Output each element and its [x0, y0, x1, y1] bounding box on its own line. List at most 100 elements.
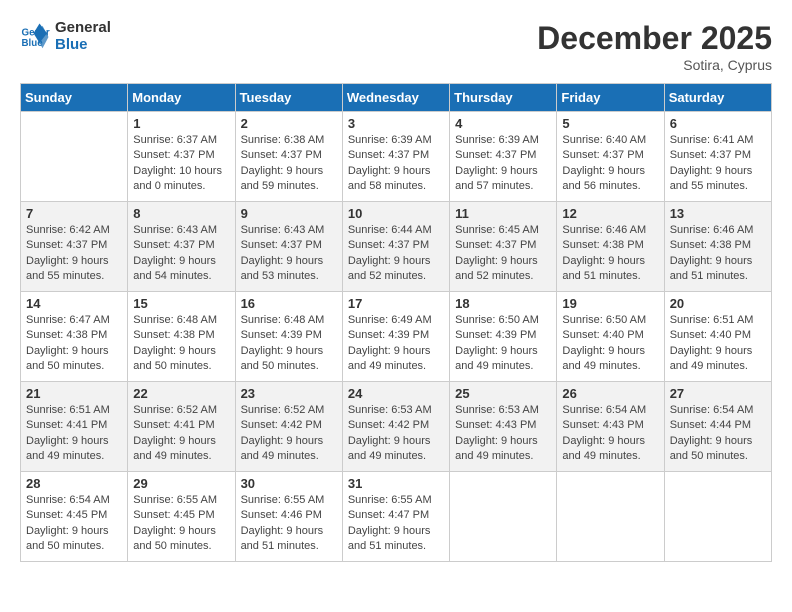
calendar-cell: 2 Sunrise: 6:38 AMSunset: 4:37 PMDaylight… — [235, 112, 342, 202]
day-number: 1 — [133, 116, 229, 131]
day-number: 8 — [133, 206, 229, 221]
calendar-header-row: SundayMondayTuesdayWednesdayThursdayFrid… — [21, 84, 772, 112]
day-number: 22 — [133, 386, 229, 401]
calendar-cell: 23 Sunrise: 6:52 AMSunset: 4:42 PMDayligh… — [235, 382, 342, 472]
day-info: Sunrise: 6:55 AMSunset: 4:45 PMDaylight:… — [133, 493, 229, 555]
day-number: 30 — [241, 476, 337, 491]
day-info: Sunrise: 6:54 AMSunset: 4:43 PMDaylight:… — [562, 403, 658, 465]
day-info: Sunrise: 6:45 AMSunset: 4:37 PMDaylight:… — [455, 223, 551, 285]
day-number: 2 — [241, 116, 337, 131]
day-number: 7 — [26, 206, 122, 221]
day-info: Sunrise: 6:50 AMSunset: 4:40 PMDaylight:… — [562, 313, 658, 375]
day-number: 15 — [133, 296, 229, 311]
weekday-header-friday: Friday — [557, 84, 664, 112]
calendar-cell: 6Sunrise: 6:41 AMSunset: 4:37 PMDaylight… — [664, 112, 771, 202]
title-block: December 2025 Sotira, Cyprus — [537, 20, 772, 73]
calendar-cell: 1Sunrise: 6:37 AMSunset: 4:37 PMDaylight… — [128, 112, 235, 202]
calendar-cell: 24 Sunrise: 6:53 AMSunset: 4:42 PMDayligh… — [342, 382, 449, 472]
calendar-cell: 21 Sunrise: 6:51 AMSunset: 4:41 PMDayligh… — [21, 382, 128, 472]
day-info: Sunrise: 6:53 AMSunset: 4:43 PMDaylight:… — [455, 403, 551, 465]
calendar-cell: 18Sunrise: 6:50 AMSunset: 4:39 PMDayligh… — [450, 292, 557, 382]
day-number: 26 — [562, 386, 658, 401]
calendar-cell: 12Sunrise: 6:46 AMSunset: 4:38 PMDayligh… — [557, 202, 664, 292]
day-info: Sunrise: 6:52 AMSunset: 4:42 PMDaylight:… — [241, 403, 337, 465]
day-info: Sunrise: 6:42 AMSunset: 4:37 PMDaylight:… — [26, 223, 122, 285]
day-number: 21 — [26, 386, 122, 401]
location: Sotira, Cyprus — [537, 57, 772, 73]
logo-line1: General — [55, 20, 111, 37]
calendar-cell: 29Sunrise: 6:55 AMSunset: 4:45 PMDayligh… — [128, 472, 235, 562]
weekday-header-tuesday: Tuesday — [235, 84, 342, 112]
weekday-header-saturday: Saturday — [664, 84, 771, 112]
day-number: 16 — [241, 296, 337, 311]
day-number: 18 — [455, 296, 551, 311]
day-number: 31 — [348, 476, 444, 491]
calendar-cell: 31 Sunrise: 6:55 AMSunset: 4:47 PMDayligh… — [342, 472, 449, 562]
calendar-cell: 16 Sunrise: 6:48 AMSunset: 4:39 PMDayligh… — [235, 292, 342, 382]
calendar-cell: 25 Sunrise: 6:53 AMSunset: 4:43 PMDayligh… — [450, 382, 557, 472]
calendar-cell — [21, 112, 128, 202]
weekday-header-sunday: Sunday — [21, 84, 128, 112]
day-info: Sunrise: 6:53 AMSunset: 4:42 PMDaylight:… — [348, 403, 444, 465]
calendar-cell — [450, 472, 557, 562]
calendar-cell: 19 Sunrise: 6:50 AMSunset: 4:40 PMDayligh… — [557, 292, 664, 382]
day-number: 23 — [241, 386, 337, 401]
day-info: Sunrise: 6:51 AMSunset: 4:41 PMDaylight:… — [26, 403, 122, 465]
calendar-cell — [557, 472, 664, 562]
day-info: Sunrise: 6:48 AMSunset: 4:39 PMDaylight:… — [241, 313, 337, 375]
day-info: Sunrise: 6:38 AMSunset: 4:37 PMDaylight:… — [241, 133, 337, 195]
logo: General Blue General Blue — [20, 20, 111, 53]
day-number: 6 — [670, 116, 766, 131]
day-info: Sunrise: 6:40 AMSunset: 4:37 PMDaylight:… — [562, 133, 658, 195]
calendar-cell: 4Sunrise: 6:39 AMSunset: 4:37 PMDaylight… — [450, 112, 557, 202]
calendar-cell: 3Sunrise: 6:39 AMSunset: 4:37 PMDaylight… — [342, 112, 449, 202]
calendar-cell: 30 Sunrise: 6:55 AMSunset: 4:46 PMDayligh… — [235, 472, 342, 562]
calendar-cell — [664, 472, 771, 562]
day-info: Sunrise: 6:49 AMSunset: 4:39 PMDaylight:… — [348, 313, 444, 375]
day-number: 20 — [670, 296, 766, 311]
day-number: 19 — [562, 296, 658, 311]
day-info: Sunrise: 6:47 AMSunset: 4:38 PMDaylight:… — [26, 313, 122, 375]
day-info: Sunrise: 6:44 AMSunset: 4:37 PMDaylight:… — [348, 223, 444, 285]
calendar-week-5: 28 Sunrise: 6:54 AMSunset: 4:45 PMDayligh… — [21, 472, 772, 562]
calendar-cell: 10Sunrise: 6:44 AMSunset: 4:37 PMDayligh… — [342, 202, 449, 292]
calendar-cell: 14Sunrise: 6:47 AMSunset: 4:38 PMDayligh… — [21, 292, 128, 382]
day-number: 28 — [26, 476, 122, 491]
day-info: Sunrise: 6:55 AMSunset: 4:46 PMDaylight:… — [241, 493, 337, 555]
day-number: 9 — [241, 206, 337, 221]
day-number: 17 — [348, 296, 444, 311]
logo-icon: General Blue — [20, 22, 50, 52]
day-info: Sunrise: 6:43 AMSunset: 4:37 PMDaylight:… — [133, 223, 229, 285]
day-number: 25 — [455, 386, 551, 401]
calendar-cell: 28 Sunrise: 6:54 AMSunset: 4:45 PMDayligh… — [21, 472, 128, 562]
calendar-week-2: 7 Sunrise: 6:42 AMSunset: 4:37 PMDaylight… — [21, 202, 772, 292]
day-info: Sunrise: 6:55 AMSunset: 4:47 PMDaylight:… — [348, 493, 444, 555]
calendar-cell: 15 Sunrise: 6:48 AMSunset: 4:38 PMDayligh… — [128, 292, 235, 382]
calendar-table: SundayMondayTuesdayWednesdayThursdayFrid… — [20, 83, 772, 562]
calendar-cell: 8 Sunrise: 6:43 AMSunset: 4:37 PMDaylight… — [128, 202, 235, 292]
weekday-header-monday: Monday — [128, 84, 235, 112]
weekday-header-wednesday: Wednesday — [342, 84, 449, 112]
day-info: Sunrise: 6:52 AMSunset: 4:41 PMDaylight:… — [133, 403, 229, 465]
day-info: Sunrise: 6:54 AMSunset: 4:45 PMDaylight:… — [26, 493, 122, 555]
day-number: 5 — [562, 116, 658, 131]
calendar-cell: 20 Sunrise: 6:51 AMSunset: 4:40 PMDayligh… — [664, 292, 771, 382]
day-number: 3 — [348, 116, 444, 131]
logo-line2: Blue — [55, 37, 111, 54]
day-info: Sunrise: 6:51 AMSunset: 4:40 PMDaylight:… — [670, 313, 766, 375]
calendar-week-1: 1Sunrise: 6:37 AMSunset: 4:37 PMDaylight… — [21, 112, 772, 202]
calendar-week-3: 14Sunrise: 6:47 AMSunset: 4:38 PMDayligh… — [21, 292, 772, 382]
day-info: Sunrise: 6:43 AMSunset: 4:37 PMDaylight:… — [241, 223, 337, 285]
day-number: 4 — [455, 116, 551, 131]
day-info: Sunrise: 6:48 AMSunset: 4:38 PMDaylight:… — [133, 313, 229, 375]
calendar-cell: 27Sunrise: 6:54 AMSunset: 4:44 PMDayligh… — [664, 382, 771, 472]
day-info: Sunrise: 6:46 AMSunset: 4:38 PMDaylight:… — [562, 223, 658, 285]
calendar-cell: 9 Sunrise: 6:43 AMSunset: 4:37 PMDaylight… — [235, 202, 342, 292]
day-number: 24 — [348, 386, 444, 401]
calendar-cell: 5 Sunrise: 6:40 AMSunset: 4:37 PMDaylight… — [557, 112, 664, 202]
day-info: Sunrise: 6:46 AMSunset: 4:38 PMDaylight:… — [670, 223, 766, 285]
day-number: 13 — [670, 206, 766, 221]
day-number: 27 — [670, 386, 766, 401]
month-title: December 2025 — [537, 20, 772, 57]
weekday-header-thursday: Thursday — [450, 84, 557, 112]
